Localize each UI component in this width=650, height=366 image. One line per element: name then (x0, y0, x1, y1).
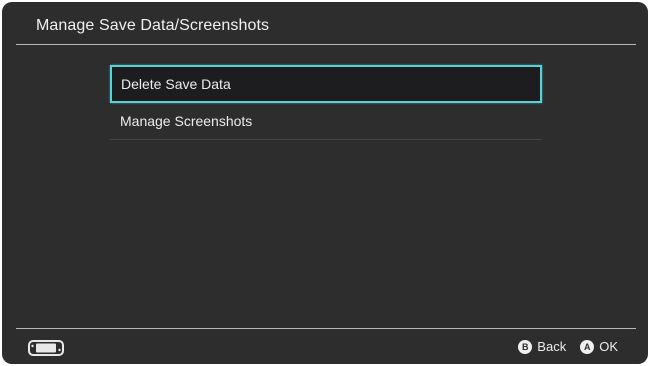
ok-button[interactable]: A OK (580, 339, 618, 354)
switch-console-icon (28, 340, 64, 356)
back-button[interactable]: B Back (518, 339, 566, 354)
header-divider (16, 44, 636, 45)
page-title: Manage Save Data/Screenshots (36, 17, 270, 34)
a-button-icon: A (580, 339, 595, 354)
b-button-icon: B (518, 339, 533, 354)
system-settings-screen: Manage Save Data/Screenshots Delete Save… (2, 2, 648, 364)
back-label: Back (537, 339, 567, 354)
menu-list: Delete Save Data Manage Screenshots (110, 65, 542, 140)
footer-controls: B Back A OK (518, 339, 618, 354)
menu-item-label: Delete Save Data (121, 76, 231, 92)
menu-item-delete-save-data[interactable]: Delete Save Data (110, 65, 542, 103)
menu-item-label: Manage Screenshots (120, 113, 253, 129)
menu-item-manage-screenshots[interactable]: Manage Screenshots (110, 103, 542, 140)
footer-bar: B Back A OK (2, 329, 648, 364)
ok-label: OK (599, 339, 618, 354)
